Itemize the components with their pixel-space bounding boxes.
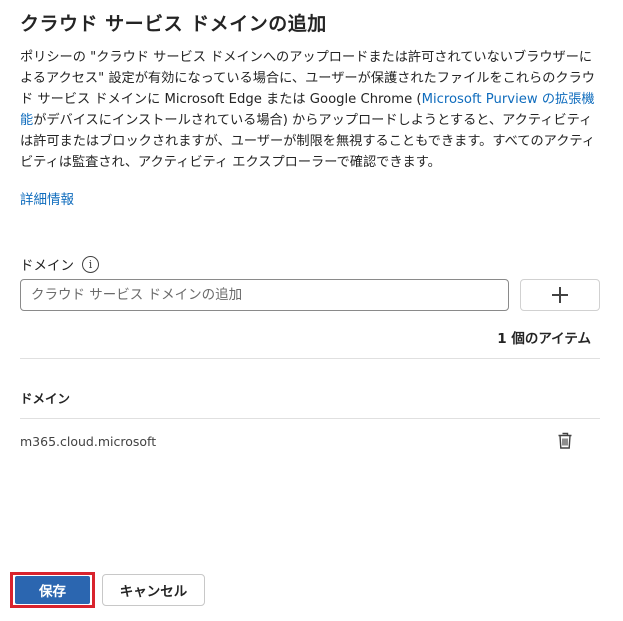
plus-icon xyxy=(552,287,568,303)
info-icon-glyph: i xyxy=(88,257,93,271)
divider xyxy=(20,418,600,419)
divider xyxy=(20,358,600,359)
save-button[interactable]: 保存 xyxy=(15,576,90,604)
table-row: m365.cloud.microsoft xyxy=(20,426,600,456)
domain-cell: m365.cloud.microsoft xyxy=(20,433,157,449)
more-info-link[interactable]: 詳細情報 xyxy=(20,188,74,208)
domain-label-text: ドメイン xyxy=(20,258,74,274)
panel-title: クラウド サービス ドメインの追加 xyxy=(20,13,327,35)
panel-description: ポリシーの "クラウド サービス ドメインへのアップロードまたは許可されていない… xyxy=(20,47,602,173)
item-count: 1 個のアイテム xyxy=(497,331,591,347)
domain-input[interactable] xyxy=(20,279,509,311)
cancel-button[interactable]: キャンセル xyxy=(102,574,205,606)
add-domain-button[interactable] xyxy=(520,279,600,311)
column-header-domain: ドメイン xyxy=(20,391,71,406)
domain-field-label: ドメイン i xyxy=(20,254,99,274)
description-text-2: がデバイスにインストールされている場合) からアップロードしようとすると、アクテ… xyxy=(20,113,595,170)
info-icon[interactable]: i xyxy=(82,255,99,273)
delete-button[interactable] xyxy=(550,427,580,455)
trash-icon xyxy=(558,432,572,449)
